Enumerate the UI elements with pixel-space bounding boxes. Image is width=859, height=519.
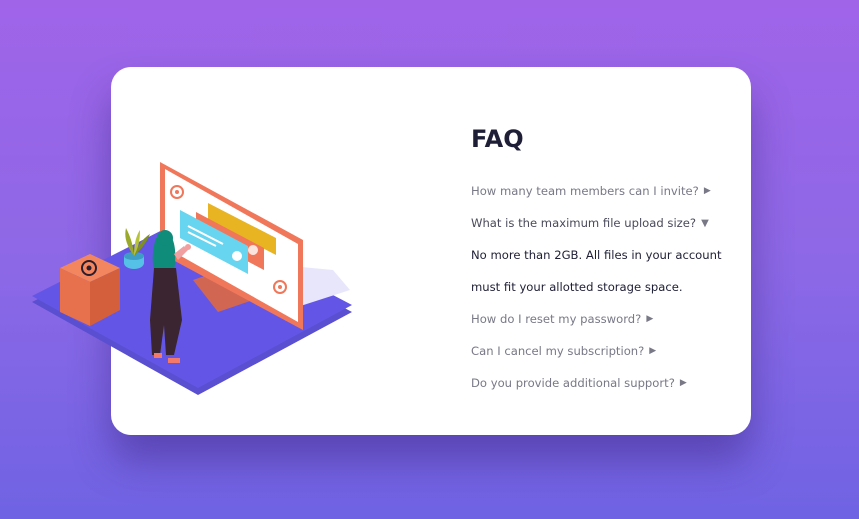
faq-question-text: How do I reset my password?	[471, 312, 642, 326]
faq-answer-line: must fit your allotted storage space.	[471, 280, 683, 294]
faq-title: FAQ	[471, 125, 524, 153]
faq-question-team-members[interactable]: How many team members can I invite? ▶	[471, 175, 741, 207]
faq-question-text: What is the maximum file upload size?	[471, 216, 697, 230]
arrow-right-icon: ▶	[649, 346, 657, 356]
faq-question-text: Do you provide additional support?	[471, 376, 675, 390]
arrow-right-icon: ▶	[679, 378, 687, 388]
faq-question-additional-support[interactable]: Do you provide additional support? ▶	[471, 367, 741, 399]
faq-answer-line: No more than 2GB. All files in your acco…	[471, 248, 722, 262]
arrow-down-icon: ▼	[701, 217, 709, 229]
faq-question-text: Can I cancel my subscription?	[471, 344, 645, 358]
faq-question-file-upload-size[interactable]: What is the maximum file upload size? ▼	[471, 207, 741, 239]
illustration-woman-at-monitor	[32, 162, 352, 395]
faq-question-text: How many team members can I invite?	[471, 184, 699, 198]
arrow-right-icon: ▶	[646, 314, 654, 324]
arrow-right-icon: ▶	[703, 186, 711, 196]
faq-section: FAQ How many team members can I invite? …	[471, 125, 741, 399]
faq-question-reset-password[interactable]: How do I reset my password? ▶	[471, 303, 741, 335]
faq-question-cancel-subscription[interactable]: Can I cancel my subscription? ▶	[471, 335, 741, 367]
faq-answer-file-upload-size: No more than 2GB. All files in your acco…	[471, 239, 741, 303]
